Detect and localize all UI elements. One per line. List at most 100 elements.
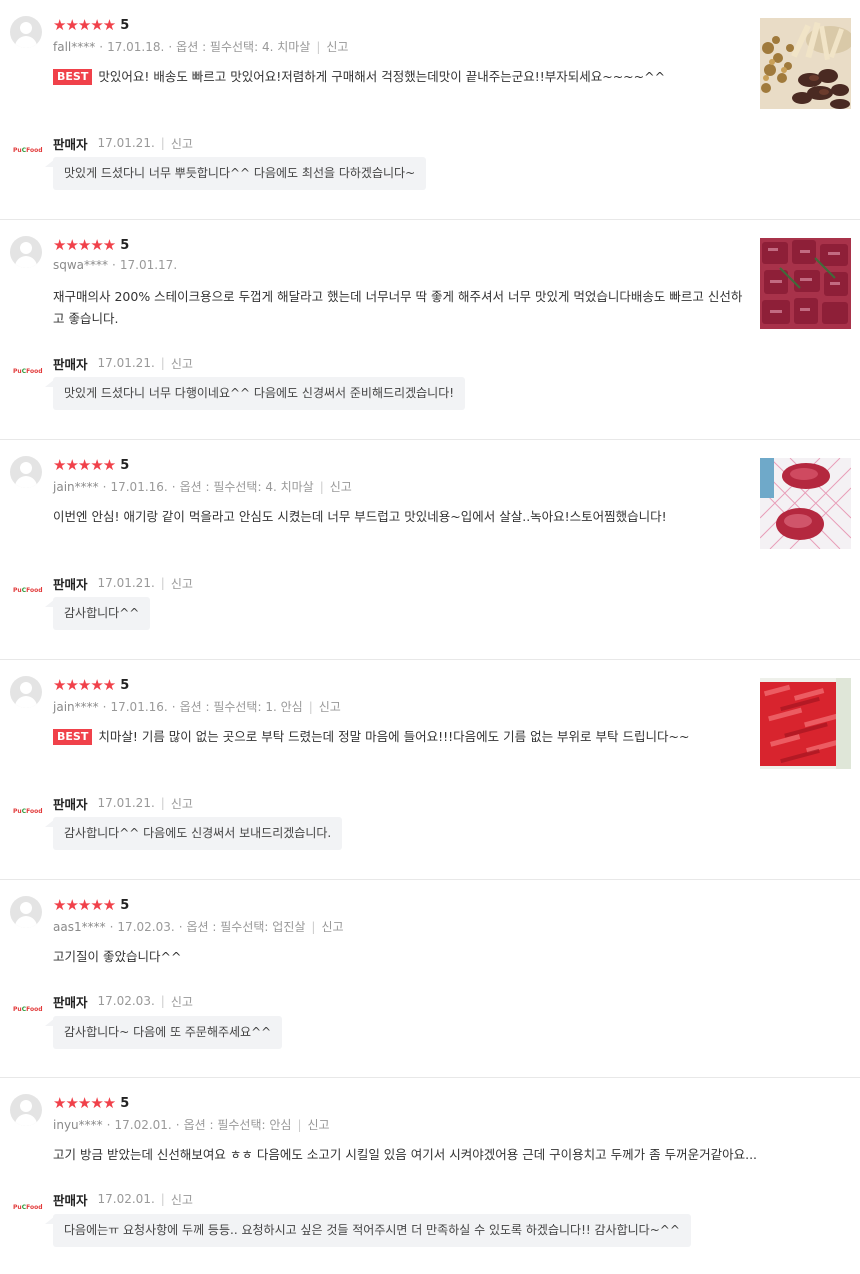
review-date: 17.01.16.: [110, 700, 168, 714]
user-avatar-icon: [10, 676, 42, 708]
report-link[interactable]: 신고: [326, 40, 348, 54]
seller-name: 판매자: [53, 796, 88, 812]
seller-logo-icon: PuCFood: [13, 587, 43, 594]
reviewer-id: inyu****: [53, 1118, 103, 1132]
seller-name: 판매자: [53, 1192, 88, 1208]
seller-name: 판매자: [53, 356, 88, 372]
seller-logo-icon: PuCFood: [13, 1006, 43, 1013]
review-date: 17.02.01.: [114, 1118, 172, 1132]
seller-reply-bubble: 감사합니다~ 다음에 또 주문해주세요^^: [44, 1016, 283, 1049]
user-avatar-icon: [10, 16, 42, 48]
user-avatar-icon: [10, 236, 42, 268]
review-meta: jain**** · 17.01.16. · 옵션 : 필수선택: 1. 안심 | 신고: [53, 700, 341, 714]
seller-reply-header: 판매자 17.01.21. | 신고: [53, 354, 193, 372]
seller-name: 판매자: [53, 994, 88, 1010]
seller-reply-bubble: 맛있게 드셨다니 너무 뿌듯합니다^^ 다음에도 최선을 다하겠습니다~: [44, 157, 427, 190]
star-rating-icon: ★★★★★: [53, 455, 116, 474]
rating-row: ★★★★★ 5: [53, 1093, 129, 1113]
reviewer-id: sqwa****: [53, 258, 109, 272]
seller-reply-header: 판매자 17.02.01. | 신고: [53, 1190, 193, 1208]
review-date: 17.01.17.: [119, 258, 178, 272]
report-link[interactable]: 신고: [307, 1118, 329, 1132]
seller-report-link[interactable]: 신고: [171, 1191, 193, 1208]
review-body: 재구매의사 200% 스테이크용으로 두껍게 해달라고 했는데 너무너무 딱 좋…: [53, 289, 743, 326]
review-text: 재구매의사 200% 스테이크용으로 두껍게 해달라고 했는데 너무너무 딱 좋…: [53, 286, 743, 330]
review-item: ★★★★★ 5 fall**** · 17.01.18. · 옵션 : 필수선택: 4.…: [0, 0, 860, 220]
user-avatar-icon: [10, 896, 42, 928]
report-link[interactable]: 신고: [330, 480, 352, 494]
star-rating-icon: ★★★★★: [53, 675, 116, 694]
review-body: 고기 방금 받았는데 신선해보여요 ㅎㅎ 다음에도 소고기 시킬일 있음 여기서…: [53, 1147, 758, 1162]
review-item: ★★★★★ 5 aas1**** · 17.02.03. · 옵션 : 필수선택: 업진…: [0, 880, 860, 1078]
reviewer-id: aas1****: [53, 920, 106, 934]
rating-row: ★★★★★ 5: [53, 15, 129, 35]
seller-reply-header: 판매자 17.01.21. | 신고: [53, 574, 193, 592]
seller-reply-date: 17.02.03.: [97, 994, 155, 1008]
review-item: ★★★★★ 5 jain**** · 17.01.16. · 옵션 : 필수선택: 1.…: [0, 660, 860, 880]
seller-reply-bubble: 감사합니다^^: [44, 597, 151, 630]
seller-reply-date: 17.01.21.: [97, 576, 155, 590]
review-text: 이번엔 안심! 애기랑 같이 먹을라고 안심도 시켰는데 너무 부드럽고 맛있네…: [53, 506, 743, 528]
rating-score: 5: [120, 677, 130, 693]
rating-score: 5: [120, 17, 130, 33]
seller-report-link[interactable]: 신고: [171, 575, 193, 592]
seller-reply-bubble: 감사합니다^^ 다음에도 신경써서 보내드리겠습니다.: [44, 817, 343, 850]
seller-reply-header: 판매자 17.01.21. | 신고: [53, 794, 193, 812]
review-photo[interactable]: [760, 18, 851, 109]
best-badge: BEST: [53, 729, 93, 745]
seller-logo-icon: PuCFood: [13, 808, 43, 815]
best-badge: BEST: [53, 69, 93, 85]
user-avatar-icon: [10, 456, 42, 488]
rating-score: 5: [120, 237, 130, 253]
report-link[interactable]: 신고: [321, 920, 343, 934]
seller-reply-date: 17.01.21.: [97, 136, 155, 150]
rating-score: 5: [120, 897, 130, 913]
review-photo[interactable]: [760, 458, 851, 549]
rating-row: ★★★★★ 5: [53, 235, 129, 255]
seller-reply-header: 판매자 17.01.21. | 신고: [53, 134, 193, 152]
report-link[interactable]: 신고: [319, 700, 341, 714]
rating-row: ★★★★★ 5: [53, 675, 129, 695]
seller-name: 판매자: [53, 576, 88, 592]
review-body: 맛있어요! 배송도 빠르고 맛있어요!저렴하게 구매해서 걱정했는데맛이 끝내주…: [98, 69, 666, 84]
star-rating-icon: ★★★★★: [53, 15, 116, 34]
user-avatar-icon: [10, 1094, 42, 1126]
review-photo[interactable]: [760, 678, 851, 769]
review-photo[interactable]: [760, 238, 851, 329]
seller-reply-bubble: 다음에는ㅠ 요청사항에 두께 등등.. 요청하시고 싶은 것들 적어주시면 더 …: [45, 1214, 691, 1247]
review-item: ★★★★★ 5 jain**** · 17.01.16. · 옵션 : 필수선택: 4.…: [0, 440, 860, 660]
rating-score: 5: [120, 1095, 130, 1111]
review-item: ★★★★★ 5 inyu**** · 17.02.01. · 옵션 : 필수선택: 안심…: [0, 1078, 860, 1274]
reviewer-id: jain****: [53, 480, 99, 494]
rating-row: ★★★★★ 5: [53, 455, 129, 475]
star-rating-icon: ★★★★★: [53, 1093, 116, 1112]
seller-reply-date: 17.01.21.: [97, 356, 155, 370]
reviewer-id: fall****: [53, 40, 96, 54]
review-list: ★★★★★ 5 fall**** · 17.01.18. · 옵션 : 필수선택: 4.…: [0, 0, 860, 1274]
seller-reply-date: 17.01.21.: [97, 796, 155, 810]
review-text: BEST 치마살! 기름 많이 없는 곳으로 부탁 드렸는데 정말 마음에 들어요…: [53, 726, 743, 748]
seller-logo-icon: PuCFood: [13, 147, 43, 154]
seller-reply-date: 17.02.01.: [97, 1192, 155, 1206]
review-option: 옵션 : 필수선택: 4. 치마살: [176, 40, 311, 54]
rating-row: ★★★★★ 5: [53, 895, 129, 915]
review-meta: jain**** · 17.01.16. · 옵션 : 필수선택: 4. 치마살 | 신고: [53, 480, 352, 494]
review-date: 17.01.16.: [110, 480, 168, 494]
seller-report-link[interactable]: 신고: [171, 993, 193, 1010]
review-date: 17.02.03.: [117, 920, 175, 934]
star-rating-icon: ★★★★★: [53, 235, 116, 254]
review-body: 이번엔 안심! 애기랑 같이 먹을라고 안심도 시켰는데 너무 부드럽고 맛있네…: [53, 509, 667, 524]
review-item: ★★★★★ 5 sqwa**** · 17.01.17. 재구매의사 200% 스테…: [0, 220, 860, 440]
rating-score: 5: [120, 457, 130, 473]
star-rating-icon: ★★★★★: [53, 895, 116, 914]
seller-report-link[interactable]: 신고: [171, 355, 193, 372]
seller-report-link[interactable]: 신고: [171, 795, 193, 812]
review-meta: sqwa**** · 17.01.17.: [53, 258, 178, 272]
review-option: 옵션 : 필수선택: 업진살: [186, 920, 306, 934]
review-option: 옵션 : 필수선택: 1. 안심: [179, 700, 303, 714]
review-body: 고기질이 좋았습니다^^: [53, 949, 182, 964]
seller-logo-icon: PuCFood: [13, 368, 43, 375]
review-body: 치마살! 기름 많이 없는 곳으로 부탁 드렸는데 정말 마음에 들어요!!!다…: [98, 729, 690, 744]
review-text: BEST 맛있어요! 배송도 빠르고 맛있어요!저렴하게 구매해서 걱정했는데맛이…: [53, 66, 743, 88]
seller-report-link[interactable]: 신고: [171, 135, 193, 152]
